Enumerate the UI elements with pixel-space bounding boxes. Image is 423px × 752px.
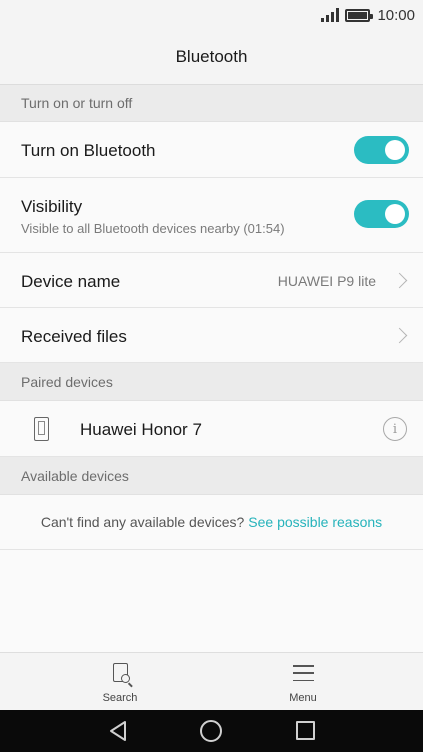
bluetooth-toggle-label: Turn on Bluetooth: [21, 141, 156, 160]
bottom-action-bar: Search Menu: [0, 652, 423, 710]
visibility-label: Visibility: [21, 197, 83, 216]
menu-label: Menu: [289, 692, 317, 704]
menu-button[interactable]: Menu: [243, 653, 363, 711]
possible-reasons-link[interactable]: See possible reasons: [248, 514, 382, 530]
search-icon: [112, 663, 130, 683]
visibility-switch[interactable]: [354, 200, 409, 228]
battery-icon: [345, 8, 374, 22]
back-icon[interactable]: [108, 720, 128, 742]
home-icon[interactable]: [200, 720, 222, 742]
system-nav-bar: [0, 710, 423, 752]
hint-text: Can't find any available devices?: [40, 514, 245, 530]
phone-icon: [34, 417, 49, 441]
section-header-available: Available devices: [0, 457, 423, 495]
received-files-label: Received files: [21, 327, 127, 346]
signal-icon: [321, 8, 340, 22]
received-files-row[interactable]: Received files: [0, 308, 423, 363]
section-header-toggle: Turn on or turn off: [0, 85, 423, 122]
chevron-right-icon: [391, 272, 408, 289]
search-button[interactable]: Search: [60, 653, 180, 711]
paired-device-row[interactable]: Huawei Honor 7 i: [0, 401, 423, 457]
device-name-value: HUAWEI P9 lite: [277, 273, 376, 289]
switch-knob: [385, 204, 405, 224]
info-icon[interactable]: i: [383, 417, 407, 441]
page-title: Bluetooth: [175, 47, 248, 66]
visibility-sublabel: Visible to all Bluetooth devices nearby …: [21, 221, 285, 236]
paired-device-name: Huawei Honor 7: [80, 420, 202, 439]
bluetooth-switch[interactable]: [354, 136, 409, 164]
status-icons: 10:00: [321, 6, 415, 24]
bluetooth-toggle-row[interactable]: Turn on Bluetooth: [0, 122, 423, 178]
section-header-paired: Paired devices: [0, 363, 423, 401]
status-time: 10:00: [377, 6, 415, 24]
switch-knob: [385, 140, 405, 160]
available-devices-hint: Can't find any available devices? See po…: [0, 495, 423, 550]
chevron-right-icon: [391, 327, 408, 344]
recent-apps-icon[interactable]: [296, 721, 315, 740]
device-name-label: Device name: [21, 272, 121, 291]
menu-icon: [292, 665, 314, 681]
status-bar: 10:00: [0, 0, 423, 30]
search-label: Search: [102, 692, 138, 704]
empty-area: [0, 550, 423, 652]
device-name-row[interactable]: Device name HUAWEI P9 lite: [0, 253, 423, 308]
visibility-row[interactable]: Visibility Visible to all Bluetooth devi…: [0, 178, 423, 253]
title-bar: Bluetooth: [0, 30, 423, 85]
